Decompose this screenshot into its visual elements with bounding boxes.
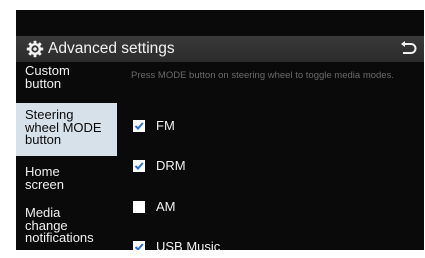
display-panel: Advanced settings Custom button Steering… (16, 10, 424, 250)
checkmark-icon (134, 122, 144, 130)
sidebar-item-label: button (25, 132, 62, 147)
sidebar-item-home-screen[interactable]: Home screen (16, 165, 117, 200)
checkbox-usb-music[interactable] (133, 241, 145, 250)
option-label: USB Music (156, 239, 221, 250)
sidebar-item-steering-wheel-mode-button[interactable]: Steering wheel MODE button (16, 103, 117, 156)
option-label: FM (156, 118, 175, 133)
checkbox-fm[interactable] (133, 120, 145, 132)
sidebar-item-custom-button[interactable]: Custom button (16, 64, 117, 99)
sidebar-item-label: button (25, 75, 62, 91)
sidebar-item-label: screen (25, 176, 65, 192)
sidebar-item-label: notifications (25, 230, 94, 245)
description-text: Press MODE button on steering wheel to t… (131, 70, 394, 81)
checkbox-am[interactable] (133, 201, 145, 213)
sidebar-menu: Custom button Steering wheel MODE button… (16, 62, 117, 250)
sidebar-item-media-change-notifications[interactable]: Media change notifications (16, 206, 117, 249)
page-title: Advanced settings (48, 40, 175, 57)
checkbox-drm[interactable] (133, 160, 145, 172)
header-bar: Advanced settings (16, 36, 424, 62)
checkmark-icon (134, 162, 144, 170)
back-arrow-icon[interactable] (398, 40, 418, 58)
option-label: DRM (156, 158, 186, 173)
screen: Advanced settings Custom button Steering… (0, 0, 425, 258)
gear-icon (26, 40, 44, 58)
checkmark-icon (134, 243, 144, 250)
option-label: AM (156, 199, 176, 214)
settings-content: Press MODE button on steering wheel to t… (117, 62, 424, 250)
